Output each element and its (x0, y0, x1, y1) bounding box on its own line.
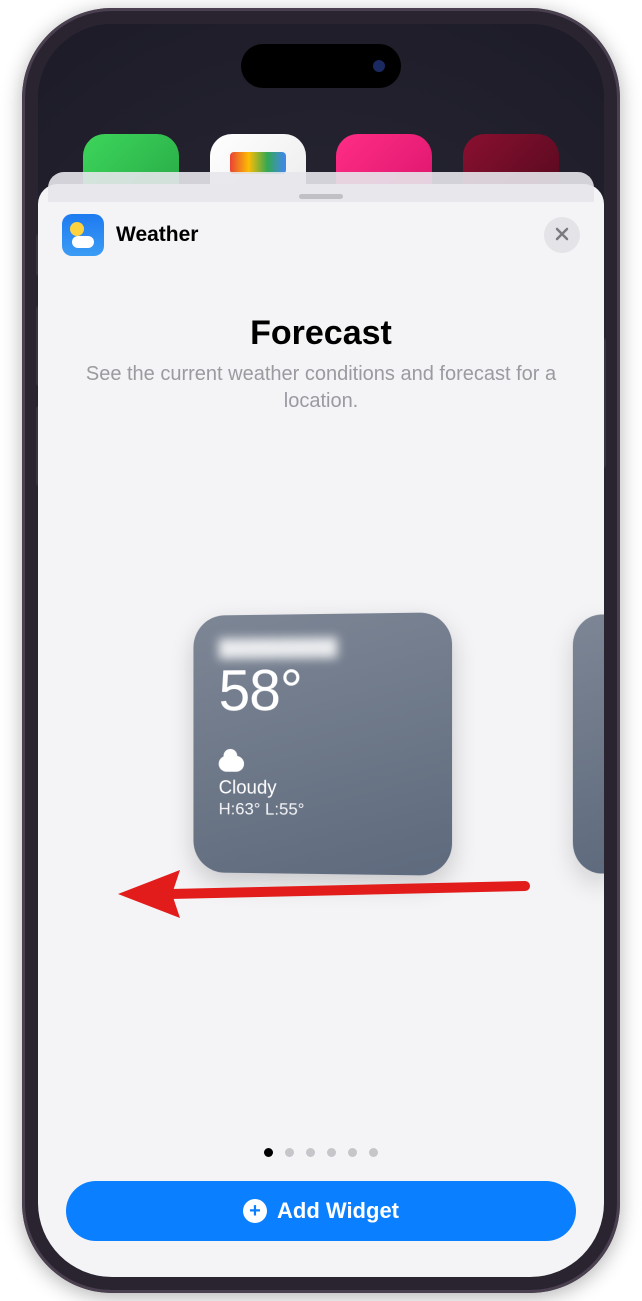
sheet-header: Weather (62, 214, 580, 256)
page-dot[interactable] (369, 1148, 378, 1157)
phone-screen: Weather Forecast See the current weather… (38, 24, 604, 1277)
widget-subtitle: See the current weather conditions and f… (78, 361, 564, 415)
page-dot[interactable] (306, 1148, 315, 1157)
widget-picker-sheet: Weather Forecast See the current weather… (38, 184, 604, 1277)
phone-frame: Weather Forecast See the current weather… (22, 8, 620, 1293)
weather-widget-small[interactable]: ██████████ 58° Cloudy H:63° L:55° (193, 612, 452, 876)
page-dot[interactable] (285, 1148, 294, 1157)
dynamic-island (241, 44, 401, 88)
page-dot[interactable] (327, 1148, 336, 1157)
cloud-icon (219, 756, 244, 772)
app-badge: Weather (62, 214, 198, 256)
next-widget-peek[interactable] (573, 613, 604, 875)
page-dot[interactable] (348, 1148, 357, 1157)
page-dot[interactable] (264, 1148, 273, 1157)
widget-condition: Cloudy (219, 778, 426, 801)
page-indicator[interactable] (38, 1148, 604, 1157)
sheet-grabber[interactable] (299, 194, 343, 199)
add-widget-button[interactable]: + Add Widget (66, 1181, 576, 1241)
widget-temp-range: H:63° L:55° (219, 799, 426, 820)
weather-app-icon (62, 214, 104, 256)
widget-temperature: 58° (219, 661, 426, 720)
plus-circle-icon: + (243, 1199, 267, 1223)
heading-block: Forecast See the current weather conditi… (78, 314, 564, 415)
close-button[interactable] (544, 217, 580, 253)
add-widget-label: Add Widget (277, 1198, 399, 1224)
swipe-left-arrow-annotation (110, 864, 530, 924)
widget-location: ██████████ (219, 637, 426, 659)
widget-title: Forecast (78, 314, 564, 353)
app-title: Weather (116, 223, 198, 247)
close-icon (555, 225, 569, 246)
